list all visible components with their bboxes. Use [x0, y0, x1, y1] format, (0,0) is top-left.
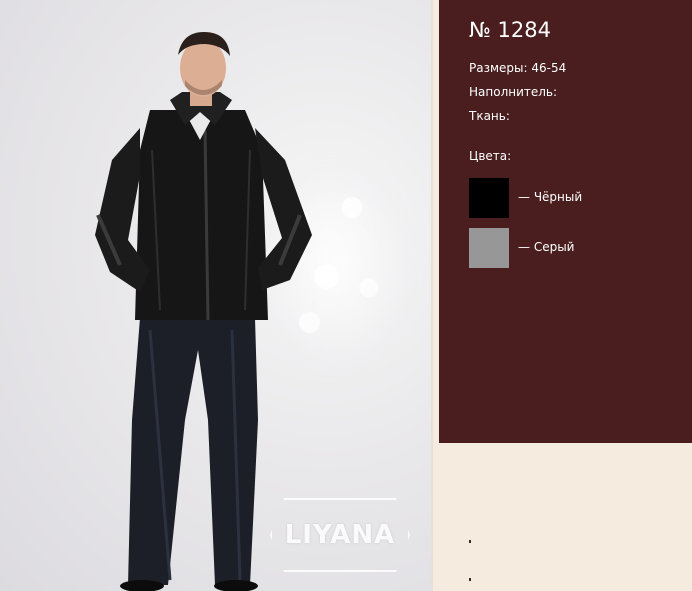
color-label-gray: — Серый — [518, 240, 575, 254]
decorative-dot — [469, 540, 471, 543]
decorative-dot — [469, 578, 471, 581]
logo-text: LIYANA — [284, 520, 396, 550]
liyana-logo: LIYANA — [270, 498, 410, 572]
color-swatch-black[interactable] — [469, 178, 509, 218]
fabric-label: Ткань: — [469, 109, 510, 123]
sizes-label: Размеры: 46-54 — [469, 61, 567, 75]
product-info-panel: № 1284 Размеры: 46-54 Наполнитель: Ткань… — [439, 0, 692, 443]
color-swatch-gray[interactable] — [469, 228, 509, 268]
photo-divider — [431, 0, 433, 591]
filler-label: Наполнитель: — [469, 85, 558, 99]
product-title: № 1284 — [469, 18, 551, 42]
product-photo: LIYANA — [0, 0, 433, 591]
color-label-black: — Чёрный — [518, 190, 583, 204]
colors-heading: Цвета: — [469, 149, 512, 163]
